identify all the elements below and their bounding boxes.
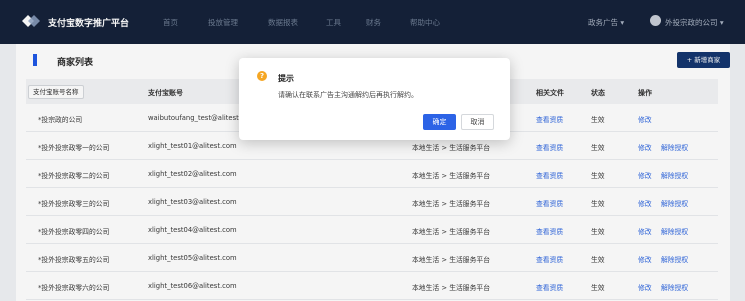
- modal-overlay[interactable]: [0, 0, 745, 301]
- dialog-message: 请确认在联系广告主沟通解约后再执行解约。: [278, 91, 418, 99]
- confirm-button[interactable]: 确定: [423, 114, 456, 130]
- confirm-dialog: ? 提示 请确认在联系广告主沟通解约后再执行解约。 确定 取消: [239, 58, 510, 140]
- dialog-title: 提示: [278, 74, 294, 83]
- question-icon: ?: [257, 71, 267, 81]
- cancel-button[interactable]: 取消: [461, 114, 494, 130]
